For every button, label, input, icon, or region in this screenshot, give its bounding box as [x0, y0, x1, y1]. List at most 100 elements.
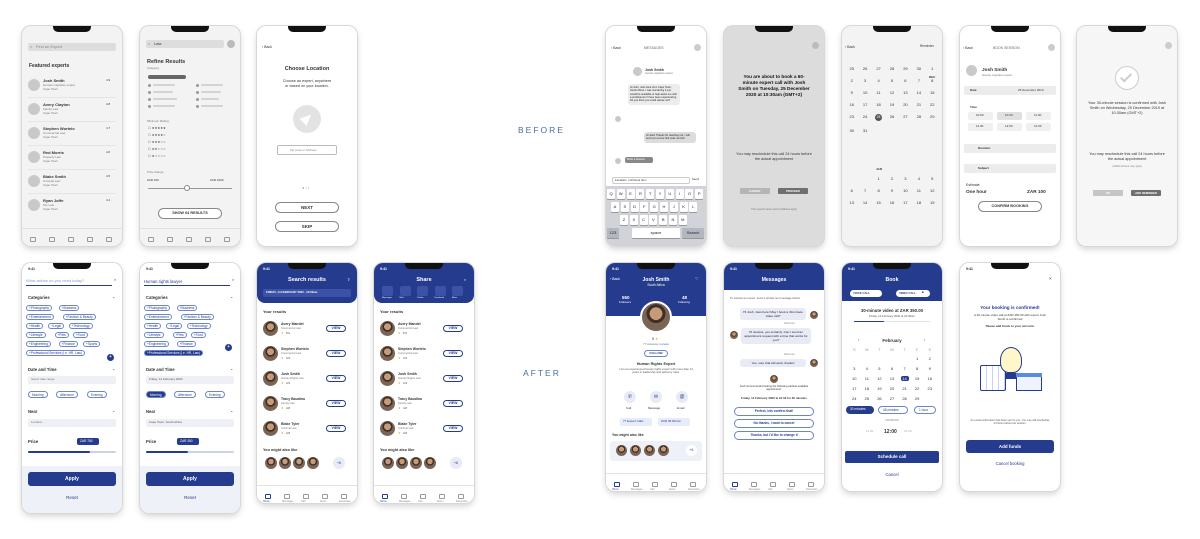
tab-messages[interactable]: Messages [749, 488, 760, 491]
key-l[interactable]: L [689, 202, 698, 212]
key-d[interactable]: D [630, 202, 639, 212]
video-call-toggle[interactable]: VIDEO CALL ■ [896, 290, 930, 297]
favourites-icon[interactable] [458, 494, 464, 499]
calendar-day[interactable]: 17 [848, 386, 861, 391]
tab-call[interactable]: Call [650, 488, 654, 491]
date-input[interactable]: Friday, 14 February 2020 [146, 376, 234, 384]
apply-button[interactable]: Apply [146, 472, 234, 486]
time-slot[interactable]: 12:30 [1026, 123, 1051, 131]
calendar-day[interactable]: 22 [926, 102, 939, 107]
category-chip[interactable]: +Engineering [26, 341, 51, 347]
key-k[interactable]: K [679, 202, 688, 212]
tab-messages[interactable]: Messages [399, 500, 410, 503]
calendar-day[interactable]: 22 [911, 386, 924, 391]
profile-icon[interactable] [224, 237, 230, 242]
key-r[interactable]: R [636, 189, 645, 199]
calendar-day[interactable]: 28 [898, 396, 911, 401]
back-button[interactable]: ‹ Back [845, 45, 855, 49]
search-input[interactable]: ⌕ Law [146, 40, 224, 48]
close-icon[interactable] [1048, 44, 1055, 51]
key-t[interactable]: T [646, 189, 655, 199]
key-q[interactable]: Q [607, 189, 615, 199]
calendar-day[interactable]: 27 [886, 396, 899, 401]
key-g[interactable]: G [650, 202, 659, 212]
category-chip[interactable]: +Pets [172, 332, 187, 338]
tab-home[interactable]: Home [380, 500, 387, 503]
duration-45[interactable]: 45 minutes [878, 406, 908, 414]
profile-icon[interactable] [106, 237, 112, 242]
suggested-experts[interactable]: +6 [265, 455, 355, 473]
slider-handle[interactable] [184, 185, 190, 191]
send-button[interactable]: Send [692, 177, 699, 182]
calendar-day[interactable]: 25 [875, 114, 883, 121]
back-button[interactable]: ‹ Back [963, 46, 973, 50]
skip-button[interactable]: SKIP [275, 221, 339, 232]
calendar-day[interactable]: 20 [899, 102, 912, 107]
time-slot[interactable]: 10:00 [968, 112, 993, 120]
space-key[interactable]: space [632, 228, 680, 238]
tab-alerts[interactable]: Alerts [437, 500, 443, 503]
result-row[interactable]: Stephen Wortelo Commercial Law ★ 4.9 VIEW [379, 343, 469, 365]
calendar-day[interactable]: 12 [885, 90, 898, 95]
calendar-day[interactable]: 12 [873, 376, 886, 381]
calendar-day[interactable]: 5 [926, 176, 939, 181]
calendar-day[interactable]: 10 [858, 90, 871, 95]
key-e[interactable]: E [626, 189, 635, 199]
tab-call[interactable]: Call [768, 488, 772, 491]
add-funds-button[interactable]: Add funds [966, 440, 1054, 453]
cancel-button[interactable]: CANCEL [740, 188, 770, 194]
result-row[interactable]: Josh Smith Human Rights Law ★ 4.9 VIEW [379, 368, 469, 390]
cancel-button[interactable]: Cancel [842, 472, 942, 477]
calendar-day[interactable]: 23 [845, 114, 858, 121]
calendar-day[interactable]: 9 [885, 188, 898, 193]
voice-call-toggle[interactable]: VOICE CALL [850, 290, 882, 297]
list-item[interactable]: Ryan Joffe Tax Law Cape Town 4.4 [28, 196, 116, 220]
key-s[interactable]: S [620, 202, 629, 212]
calendar-day[interactable]: 12 [926, 188, 939, 193]
time-slot[interactable]: 11:00 [1026, 112, 1051, 120]
call-icon[interactable] [186, 237, 192, 242]
category-chip[interactable]: +Fashion & Beauty [180, 314, 214, 320]
calendar-day[interactable]: 18 [912, 200, 925, 205]
close-icon[interactable]: × [114, 277, 116, 283]
category-chip[interactable]: +Food [190, 332, 206, 338]
category-chip[interactable]: +Finance [176, 341, 196, 347]
time-picker-next[interactable]: 12:30 [904, 429, 912, 434]
tab-call[interactable]: Call [418, 500, 422, 503]
chevron-down-icon[interactable]: ⌄ [112, 294, 115, 300]
call-icon[interactable] [770, 482, 776, 487]
share-twitter[interactable]: Twitter [417, 286, 428, 299]
calendar-day[interactable]: 29 [899, 66, 912, 71]
reset-button[interactable]: Reset [22, 495, 122, 500]
category-chip[interactable]: +Health [26, 323, 44, 329]
add-reminder-button[interactable]: ADD REMINDER [1131, 190, 1161, 196]
category-chip[interactable]: +Food [72, 332, 88, 338]
key-v[interactable]: V [649, 215, 658, 225]
calendar-day[interactable]: 13 [845, 200, 858, 205]
slot-evening[interactable]: Evening [205, 391, 225, 398]
alerts-icon[interactable] [322, 494, 328, 499]
messages-icon[interactable] [49, 237, 55, 242]
more-experts-button[interactable]: +6 [333, 457, 345, 469]
tab-home[interactable]: Home [730, 488, 737, 491]
calendar-day[interactable]: 8 [872, 188, 885, 193]
category-chip-selected[interactable] [148, 75, 186, 79]
view-button[interactable]: VIEW [326, 350, 346, 357]
more-experts-button[interactable]: +6 [686, 445, 697, 456]
calendar-day[interactable]: 2 [845, 78, 858, 83]
category-chip[interactable]: +Entertainment [144, 314, 172, 320]
tab-home[interactable]: Home [263, 500, 270, 503]
subject-field[interactable]: Subject [964, 164, 1056, 173]
back-button[interactable]: ‹ Back [611, 46, 621, 50]
category-chip[interactable]: +Entertainment [26, 314, 54, 320]
calendar-day[interactable]: 15 [872, 200, 885, 205]
alerts-icon[interactable] [205, 237, 211, 242]
proceed-button[interactable]: PROCEED [778, 188, 808, 194]
home-icon[interactable] [382, 494, 388, 499]
search-input[interactable]: What advice do you need today? [26, 276, 112, 286]
email-icon[interactable]: @ [676, 391, 688, 403]
calendar-day[interactable]: 7 [912, 78, 925, 83]
tab-favourites[interactable]: Favourites [806, 488, 818, 491]
calendar-day[interactable]: 26 [858, 66, 871, 71]
calendar-day[interactable]: 5 [885, 78, 898, 83]
